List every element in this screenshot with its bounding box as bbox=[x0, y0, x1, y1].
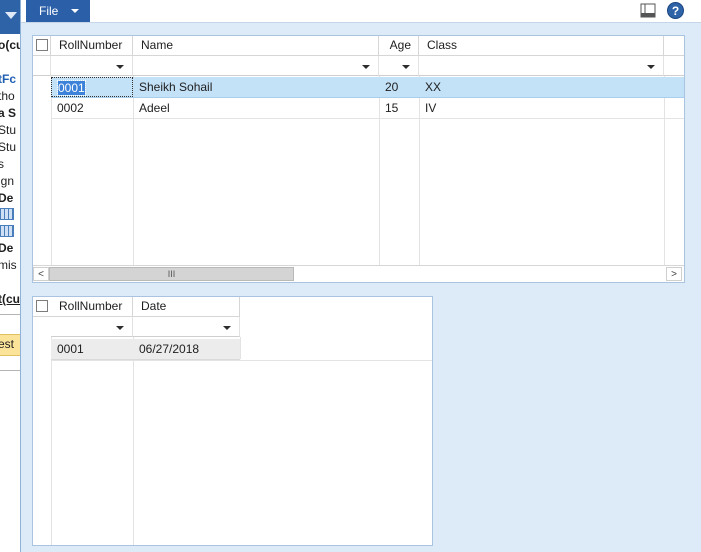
cell-rollnumber[interactable]: 0002 bbox=[51, 98, 133, 118]
filter-filler bbox=[664, 56, 684, 76]
filter-name[interactable] bbox=[133, 56, 379, 76]
cell-rollnumber[interactable]: 0001 bbox=[51, 77, 133, 97]
background-text: Stu bbox=[0, 140, 17, 154]
cell-name[interactable]: Sheikh Sohail bbox=[133, 77, 379, 97]
dropdown-arrow-icon bbox=[402, 65, 410, 69]
background-text: o(cu bbox=[0, 38, 20, 52]
cell-age[interactable]: 15 bbox=[379, 98, 419, 118]
grid-icon bbox=[0, 225, 14, 237]
table-row[interactable]: 0001 Sheikh Sohail 20 XX bbox=[51, 77, 684, 98]
students-grid: RollNumber Name Age Class 0001 Sheikh So… bbox=[32, 35, 685, 283]
dropdown-arrow-icon bbox=[362, 65, 370, 69]
table-row[interactable]: 0002 Adeel 15 IV bbox=[51, 98, 684, 119]
dropdown-arrow-icon bbox=[116, 326, 124, 330]
table-row[interactable]: 0001 06/27/2018 bbox=[51, 339, 240, 360]
caret-down-icon bbox=[71, 9, 79, 13]
cell-class[interactable]: XX bbox=[419, 77, 664, 97]
select-all-cell bbox=[33, 297, 51, 317]
dropdown-arrow-icon bbox=[223, 326, 231, 330]
filter-spacer bbox=[33, 56, 51, 76]
select-all-checkbox[interactable] bbox=[36, 39, 48, 51]
background-window-strip: o(cu tFc tho a S Stu Stu s ign De De mis… bbox=[0, 0, 20, 552]
background-text: tho bbox=[0, 89, 15, 103]
divider bbox=[0, 314, 20, 315]
student-form-window: File ? RollNumber Name Age Class 0001 Sh… bbox=[20, 0, 701, 552]
row-divider bbox=[51, 360, 432, 361]
file-label: File bbox=[39, 4, 59, 18]
cell-age[interactable]: 20 bbox=[379, 77, 419, 97]
filter-class[interactable] bbox=[419, 56, 664, 76]
background-text: est bbox=[0, 337, 15, 351]
background-text: De bbox=[0, 241, 14, 255]
help-icon[interactable]: ? bbox=[667, 2, 684, 19]
column-separator bbox=[133, 337, 134, 545]
filter-age[interactable] bbox=[379, 56, 419, 76]
cell-class[interactable]: IV bbox=[419, 98, 664, 118]
scroll-thumb[interactable]: III bbox=[49, 267, 294, 281]
column-separator bbox=[51, 337, 52, 545]
scroll-left-button[interactable]: < bbox=[33, 267, 49, 281]
header-filler bbox=[664, 36, 684, 56]
scroll-right-button[interactable]: > bbox=[666, 267, 682, 281]
cell-text: 0001 bbox=[57, 80, 86, 96]
column-separator bbox=[240, 337, 241, 359]
select-all-checkbox[interactable] bbox=[36, 300, 48, 312]
filter-rollnumber[interactable] bbox=[51, 56, 133, 76]
filter-date[interactable] bbox=[133, 317, 240, 337]
background-text: mis bbox=[0, 258, 17, 272]
filter-rollnumber[interactable] bbox=[51, 317, 133, 337]
file-menu-button[interactable]: File bbox=[26, 0, 90, 22]
background-text: a S bbox=[0, 106, 17, 120]
column-header-rollnumber[interactable]: RollNumber bbox=[51, 297, 133, 317]
column-header-date[interactable]: Date bbox=[133, 297, 240, 317]
background-text: De bbox=[0, 191, 14, 205]
column-header-class[interactable]: Class bbox=[419, 36, 664, 56]
background-text: Stu bbox=[0, 123, 17, 137]
dropdown-arrow-icon bbox=[647, 65, 655, 69]
dates-grid: RollNumber Date 0001 06/27/2018 bbox=[32, 296, 433, 546]
background-text: t(cu bbox=[0, 292, 20, 306]
cell-name[interactable]: Adeel bbox=[133, 98, 379, 118]
background-window-header bbox=[0, 0, 20, 34]
horizontal-scrollbar[interactable]: < III > bbox=[33, 265, 684, 282]
column-header-rollnumber[interactable]: RollNumber bbox=[51, 36, 133, 56]
cell-rollnumber[interactable]: 0001 bbox=[51, 339, 133, 359]
cell-date[interactable]: 06/27/2018 bbox=[133, 339, 240, 359]
chevron-down-icon bbox=[5, 12, 17, 19]
dropdown-arrow-icon bbox=[116, 65, 124, 69]
layout-icon[interactable] bbox=[640, 3, 656, 18]
background-text: ign bbox=[0, 174, 15, 188]
divider bbox=[0, 370, 20, 371]
ribbon: File ? bbox=[21, 0, 701, 23]
select-all-cell bbox=[33, 36, 51, 56]
background-text: s bbox=[0, 157, 4, 171]
column-header-name[interactable]: Name bbox=[133, 36, 379, 56]
grid-icon bbox=[0, 208, 14, 220]
background-text: tFc bbox=[0, 72, 16, 86]
column-header-age[interactable]: Age bbox=[379, 36, 419, 56]
